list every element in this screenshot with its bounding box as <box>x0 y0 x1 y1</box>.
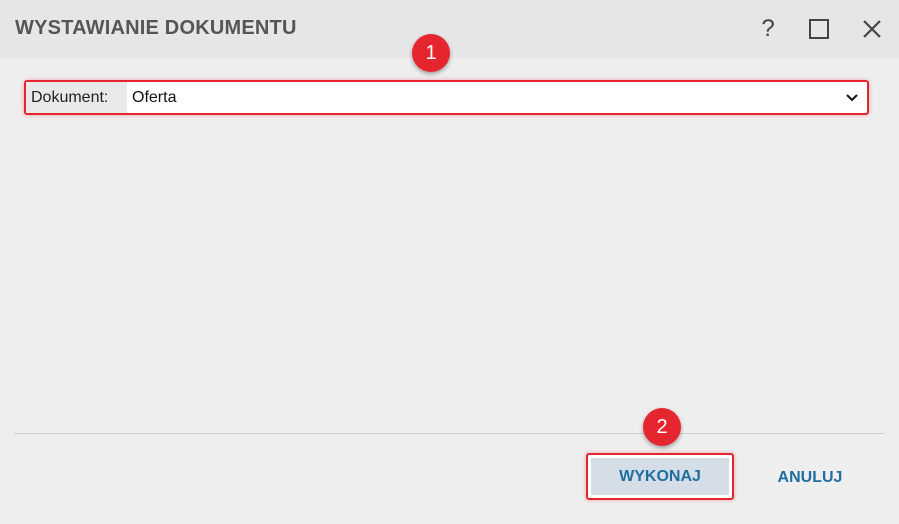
cancel-button[interactable]: ANULUJ <box>760 459 860 497</box>
document-select[interactable]: Oferta <box>127 82 867 113</box>
maximize-button[interactable] <box>804 14 834 44</box>
footer-divider <box>14 433 885 434</box>
help-icon: ? <box>761 15 775 42</box>
document-select-value: Oferta <box>132 89 177 106</box>
execute-button[interactable]: WYKONAJ <box>586 453 734 500</box>
close-button[interactable] <box>857 14 887 44</box>
maximize-icon <box>809 19 829 39</box>
annotation-badge-2: 2 <box>643 408 681 446</box>
help-button[interactable]: ? <box>753 14 783 44</box>
execute-button-label: WYKONAJ <box>591 458 729 495</box>
annotation-badge-1: 1 <box>412 34 450 72</box>
document-field: Dokument: Oferta <box>24 80 869 115</box>
document-label: Dokument: <box>26 82 127 113</box>
chevron-down-icon <box>846 94 858 102</box>
close-icon <box>863 20 881 38</box>
dialog-title: WYSTAWIANIE DOKUMENTU <box>15 17 297 39</box>
